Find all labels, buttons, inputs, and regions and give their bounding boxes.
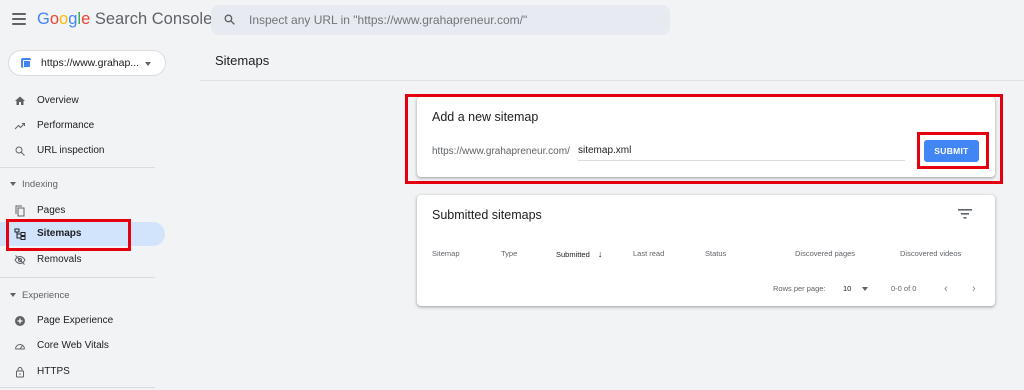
dropdown-arrow-icon (145, 62, 151, 66)
visibility-off-icon (14, 255, 26, 265)
column-header-discovered-pages[interactable]: Discovered pages (795, 249, 855, 258)
section-title: Experience (22, 290, 70, 301)
header-divider (200, 80, 1024, 81)
google-wordmark: Google (37, 10, 91, 28)
submit-button-highlight (917, 132, 989, 169)
sidebar-item-performance[interactable]: Performance (0, 114, 165, 138)
sidebar-item-overview[interactable]: Overview (0, 89, 165, 113)
column-header-sitemap[interactable]: Sitemap (432, 249, 460, 258)
sidebar-divider (0, 277, 155, 278)
property-url: https://www.grahap... (41, 57, 140, 69)
sidebar-item-https[interactable]: HTTPS (0, 360, 165, 384)
sidebar-item-label: Overview (37, 95, 79, 106)
page-title: Sitemaps (215, 53, 270, 68)
rows-per-page-label: Rows per page: (773, 284, 826, 293)
rows-per-page-select[interactable]: 10 (843, 284, 851, 293)
chevron-down-icon[interactable] (862, 287, 868, 291)
sidebar-divider (0, 387, 155, 388)
home-icon (15, 96, 25, 105)
search-icon (224, 14, 235, 25)
section-title: Indexing (22, 179, 58, 190)
sort-arrow-icon: ↓ (597, 249, 603, 259)
app-logo[interactable]: Google Search Console (37, 10, 212, 29)
app-name: Search Console (94, 10, 213, 28)
column-label: Submitted (556, 250, 590, 259)
lock-icon (16, 367, 24, 378)
trending-up-icon (14, 123, 25, 130)
search-icon (15, 146, 25, 156)
sidebar-item-page-experience[interactable]: Page Experience (0, 309, 165, 333)
column-header-type[interactable]: Type (501, 249, 517, 258)
column-header-last-read[interactable]: Last read (633, 249, 664, 258)
top-bar: Google Search Console (0, 0, 1024, 42)
collapse-arrow-icon (10, 182, 16, 187)
section-experience-toggle[interactable]: Experience (10, 290, 70, 301)
column-header-discovered-videos[interactable]: Discovered videos (900, 249, 961, 258)
speed-icon (15, 344, 25, 350)
sidebar-item-label: Core Web Vitals (37, 340, 109, 351)
sidebar-item-label: Removals (37, 254, 82, 265)
property-favicon-icon (21, 58, 31, 68)
pages-icon (15, 205, 25, 217)
url-inspection-search[interactable] (211, 5, 670, 35)
sidebar-item-label: HTTPS (37, 366, 70, 377)
section-indexing-toggle[interactable]: Indexing (10, 179, 58, 190)
property-selector[interactable]: https://www.grahap... (8, 50, 166, 76)
next-page-button[interactable]: › (972, 283, 976, 295)
sidebar-item-removals[interactable]: Removals (0, 248, 165, 272)
pagination-range: 0-0 of 0 (891, 284, 917, 293)
column-header-submitted[interactable]: Submitted ↓ (556, 249, 602, 259)
add-sitemap-highlight (405, 94, 1003, 184)
card-title: Submitted sitemaps (432, 208, 542, 222)
sidebar-item-core-web-vitals[interactable]: Core Web Vitals (0, 334, 165, 358)
sidebar-item-label: Performance (37, 120, 95, 131)
sidebar-item-label: Pages (37, 205, 66, 216)
previous-page-button[interactable]: ‹ (944, 283, 948, 295)
filter-icon[interactable] (958, 209, 972, 219)
sidebar-divider (0, 167, 155, 168)
add-circle-icon (15, 316, 25, 326)
column-header-status[interactable]: Status (705, 249, 726, 258)
sidebar-item-label: Page Experience (37, 315, 114, 326)
search-input[interactable] (249, 5, 659, 35)
submitted-sitemaps-card: Submitted sitemaps Sitemap Type Submitte… (417, 195, 995, 306)
sidebar-item-label: URL inspection (37, 145, 105, 156)
collapse-arrow-icon (10, 293, 16, 298)
sitemaps-nav-highlight (6, 219, 131, 251)
sidebar-item-url-inspection[interactable]: URL inspection (0, 139, 165, 163)
sidebar: https://www.grahap... Overview Performan… (0, 42, 170, 390)
menu-icon[interactable] (12, 13, 26, 25)
